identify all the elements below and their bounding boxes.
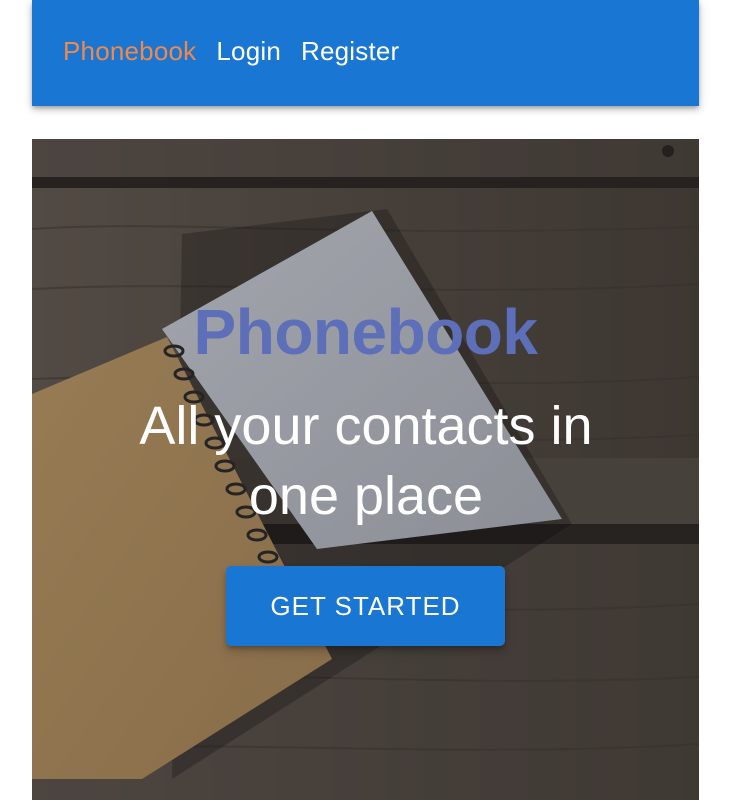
hero-subtitle: All your contacts in one place <box>139 396 593 526</box>
hero-content: Phonebook All your contacts in one place… <box>32 139 699 800</box>
get-started-button[interactable]: GET STARTED <box>226 566 505 646</box>
main-nav: Phonebook Login Register <box>63 36 419 67</box>
hero-section: Phonebook All your contacts in one place… <box>32 139 699 800</box>
nav-link-register[interactable]: Register <box>301 36 399 67</box>
nav-link-phonebook[interactable]: Phonebook <box>63 36 196 67</box>
app-header: Phonebook Login Register <box>32 0 699 106</box>
nav-link-login[interactable]: Login <box>216 36 281 67</box>
page: Phonebook Login Register Phonebook All y… <box>0 0 730 800</box>
hero-title: Phonebook <box>193 296 538 368</box>
